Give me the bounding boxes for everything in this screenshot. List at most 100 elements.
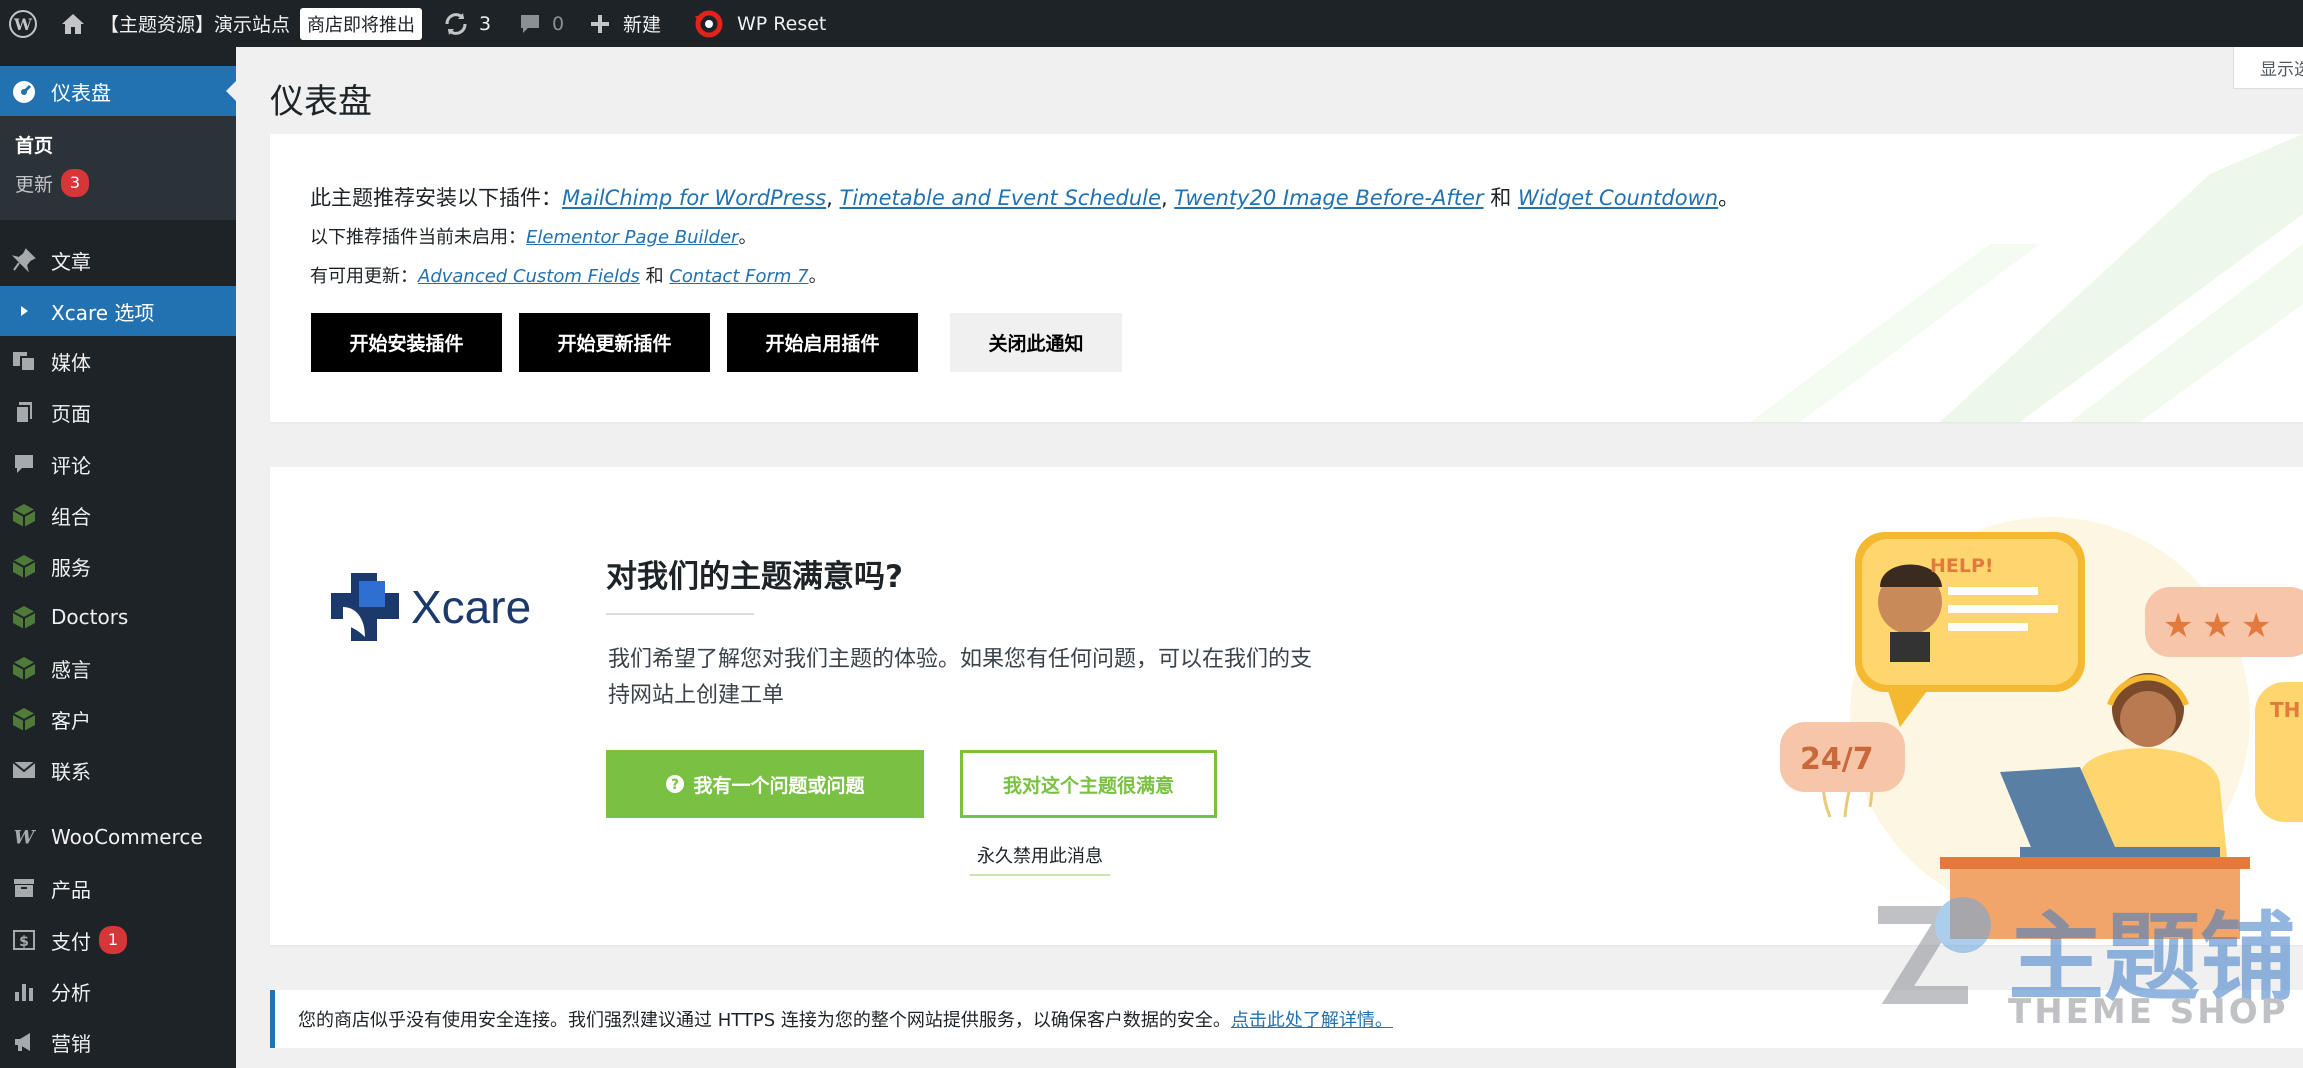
page-icon (11, 399, 37, 425)
and-text: 和 (645, 266, 664, 287)
site-name-link[interactable]: 【主题资源】演示站点 商店即将推出 (100, 0, 423, 47)
plugin-link-widget-countdown[interactable]: Widget Countdown (1518, 186, 1718, 210)
comments-count: 0 (552, 12, 565, 35)
menu-xcare-options[interactable]: Xcare 选项 (0, 286, 236, 336)
envelope-icon (11, 757, 37, 783)
submenu-home[interactable]: 首页 (15, 131, 53, 158)
happy-button[interactable]: 我对这个主题很满意 (960, 750, 1217, 818)
menu-posts[interactable]: 文章 (0, 236, 236, 284)
question-button[interactable]: ? 我有一个问题或问题 (606, 750, 924, 818)
update-prefix: 有可用更新： (310, 266, 418, 287)
updates-count: 3 (479, 12, 492, 35)
payments-count-badge: 1 (99, 926, 127, 954)
period: 。 (1718, 186, 1740, 210)
menu-comments[interactable]: 评论 (0, 440, 236, 488)
cube-icon (11, 655, 37, 681)
menu-products-label: 产品 (51, 877, 91, 902)
plugin-link-acf[interactable]: Advanced Custom Fields (418, 266, 640, 287)
menu-testimonials[interactable]: 感言 (0, 644, 236, 692)
submenu-updates[interactable]: 更新 3 (15, 169, 90, 197)
cube-icon (11, 553, 37, 579)
begin-activate-button[interactable]: 开始启用插件 (727, 313, 918, 372)
megaphone-icon (11, 1029, 37, 1055)
menu-portfolio[interactable]: 组合 (0, 491, 236, 539)
theme-shop-watermark: 主题铺 THEME SHOP (1858, 880, 2298, 1040)
and-text: 和 (1490, 186, 1512, 210)
update-plugins-line: 有可用更新：Advanced Custom Fields 和 Contact F… (310, 262, 827, 288)
menu-dashboard[interactable]: 仪表盘 (0, 66, 236, 116)
svg-text:★: ★ (2163, 606, 2193, 646)
plugin-link-cf7[interactable]: Contact Form 7 (669, 266, 808, 287)
illus-th-text: TH (2270, 698, 2300, 722)
current-arrow (226, 81, 236, 101)
menu-clients[interactable]: 客户 (0, 695, 236, 743)
comments-link[interactable]: 0 (518, 0, 564, 47)
plugin-link-elementor[interactable]: Elementor Page Builder (526, 227, 738, 248)
screen-options-tab[interactable]: 显示选 (2233, 47, 2303, 89)
notice-background-decoration (1750, 134, 2303, 422)
menu-doctors[interactable]: Doctors (0, 593, 236, 641)
inactive-prefix: 以下推荐插件当前未启用： (310, 227, 526, 248)
menu-products[interactable]: 产品 (0, 864, 236, 912)
period: 。 (808, 266, 827, 287)
menu-media[interactable]: 媒体 (0, 337, 236, 385)
menu-contact-label: 联系 (51, 759, 91, 784)
plugin-link-twenty20[interactable]: Twenty20 Image Before-After (1174, 186, 1483, 210)
updates-link[interactable]: 3 (443, 0, 491, 47)
menu-analytics[interactable]: 分析 (0, 967, 236, 1015)
feedback-body-line2: 持网站上创建工单 (608, 683, 785, 708)
svg-text:★: ★ (2241, 606, 2271, 646)
dismiss-notice-button[interactable]: 关闭此通知 (950, 313, 1122, 372)
menu-services[interactable]: 服务 (0, 542, 236, 590)
cube-icon (11, 604, 37, 630)
wp-reset-link[interactable]: WP Reset (693, 0, 826, 47)
menu-marketing[interactable]: 营销 (0, 1018, 236, 1066)
home-icon[interactable] (60, 0, 86, 47)
menu-payments-label: 支付 (51, 929, 91, 954)
comment-icon (11, 451, 37, 477)
begin-install-button[interactable]: 开始安装插件 (311, 313, 502, 372)
plugin-notice: 此主题推荐安装以下插件：MailChimp for WordPress, Tim… (270, 134, 2303, 422)
svg-text:$: $ (19, 934, 29, 950)
disable-message-link[interactable]: 永久禁用此消息 (970, 842, 1110, 876)
admin-sidebar: 仪表盘 首页 更新 3 文章 Xcare 选项 媒体 页面 评论 组合 服务 D… (0, 47, 236, 1068)
menu-clients-label: 客户 (51, 708, 91, 733)
admin-bar: W 【主题资源】演示站点 商店即将推出 3 0 新建 WP Reset (0, 0, 2303, 47)
inactive-plugins-line: 以下推荐插件当前未启用：Elementor Page Builder。 (310, 223, 756, 249)
wp-reset-icon (695, 10, 723, 37)
refresh-icon (445, 12, 467, 35)
menu-xcare-label: Xcare 选项 (51, 300, 155, 325)
archive-icon (11, 875, 37, 901)
question-circle-icon: ? (666, 775, 685, 793)
title-divider (606, 613, 754, 615)
wordpress-logo-icon[interactable]: W (8, 0, 38, 47)
plus-icon (591, 14, 609, 33)
media-icon (11, 348, 37, 374)
menu-services-label: 服务 (51, 555, 91, 580)
menu-woocommerce[interactable]: W WooCommerce (0, 813, 236, 861)
svg-text:★: ★ (2202, 606, 2232, 646)
plugin-link-mailchimp[interactable]: MailChimp for WordPress (562, 186, 826, 210)
menu-pages[interactable]: 页面 (0, 388, 236, 436)
logo-text: Xcare (411, 581, 532, 633)
feedback-title: 对我们的主题满意吗? (606, 559, 903, 595)
feedback-body: 我们希望了解您对我们主题的体验。如果您有任何问题，可以在我们的支 持网站上创建工… (608, 642, 1312, 714)
begin-update-button[interactable]: 开始更新插件 (519, 313, 710, 372)
illus-247-text: 24/7 (1800, 742, 1874, 777)
cube-icon (11, 706, 37, 732)
question-button-label: 我有一个问题或问题 (693, 774, 865, 797)
menu-media-label: 媒体 (51, 350, 91, 375)
store-coming-soon-badge[interactable]: 商店即将推出 (300, 7, 423, 40)
caret-right-icon (11, 298, 37, 324)
illus-help-text: HELP! (1930, 555, 1994, 577)
https-learn-more-link[interactable]: 点击此处了解详情。 (1231, 1006, 1393, 1032)
menu-contact[interactable]: 联系 (0, 746, 236, 794)
svg-text:?: ? (671, 777, 679, 793)
plugin-link-timetable[interactable]: Timetable and Event Schedule (840, 186, 1161, 210)
recommended-prefix: 此主题推荐安装以下插件： (310, 186, 562, 210)
new-content-link[interactable]: 新建 (589, 0, 661, 47)
menu-dashboard-label: 仪表盘 (51, 80, 111, 105)
separator: , (826, 186, 840, 210)
watermark-logo-icon (1878, 897, 1991, 1004)
menu-payments[interactable]: $ 支付 1 (0, 916, 236, 964)
